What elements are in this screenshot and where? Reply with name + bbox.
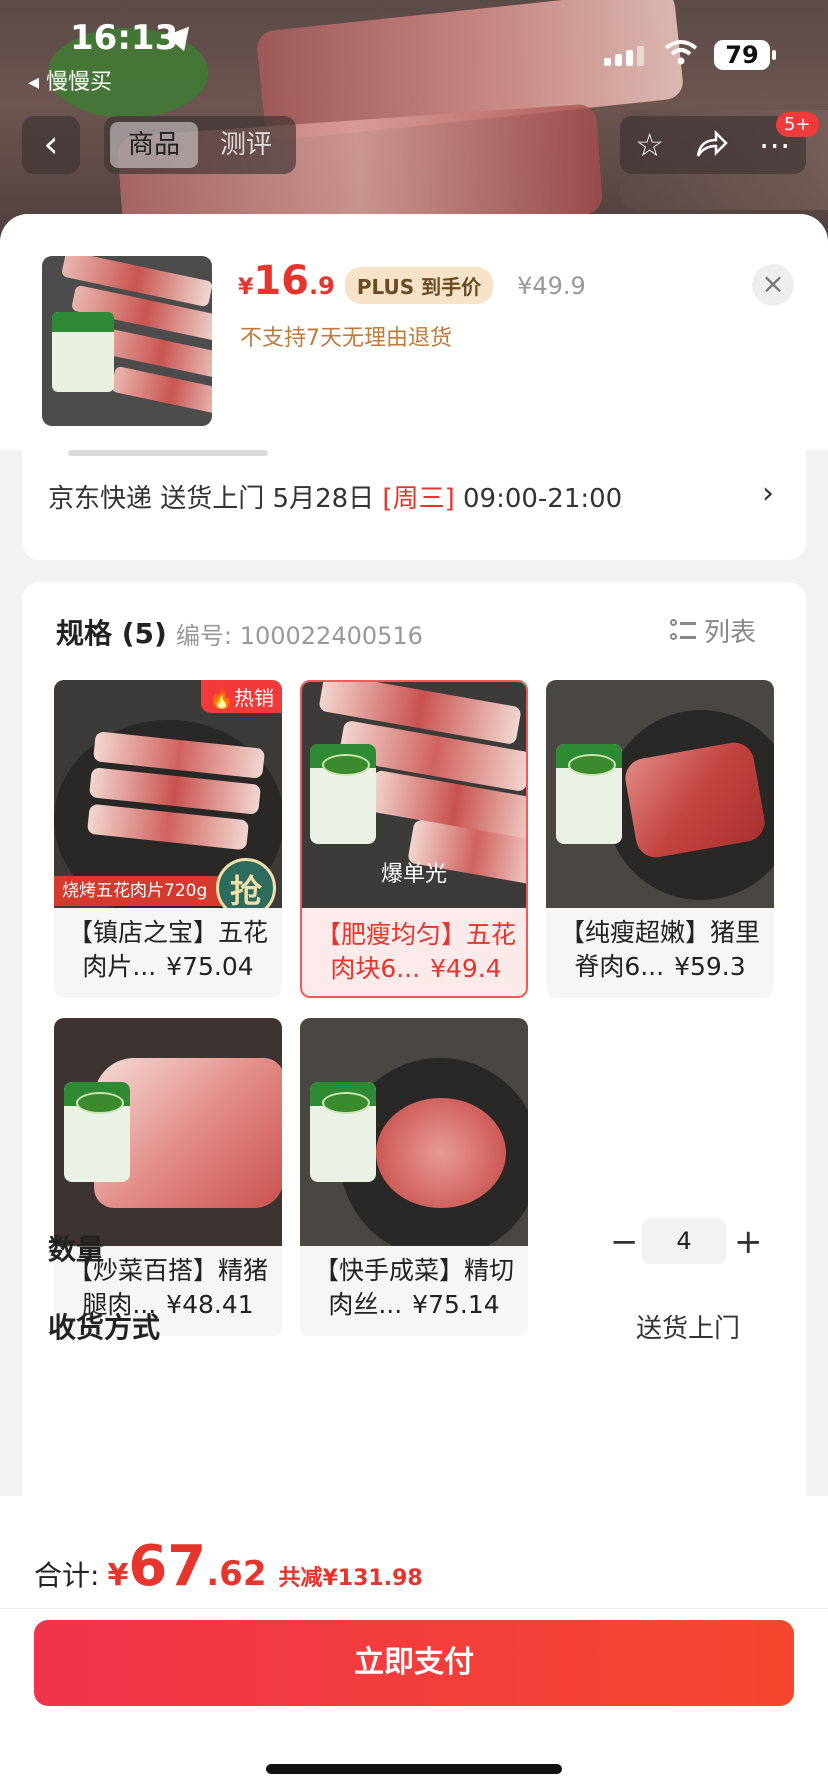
list-icon — [670, 618, 696, 643]
product-thumbnail — [42, 256, 212, 426]
spec-card: 规格 (5) 编号: 100022400516 列表 烧烤五花肉片720g 抢 … — [22, 582, 806, 1622]
status-time: 16:13 — [70, 18, 179, 58]
saving-amount: 共减¥131.98 — [278, 1566, 423, 1591]
status-bar: 16:13 79 — [0, 0, 828, 70]
message-badge: 5+ — [776, 112, 819, 137]
total-price: ¥67.62 — [107, 1534, 267, 1599]
spec-option-selected[interactable]: 爆单光 【肥瘦均匀】五花肉块6... ¥49.4 — [300, 680, 528, 998]
spec-option-price: ¥75.04 — [166, 952, 254, 981]
checkout-bar: 合计: ¥67.62 共减¥131.98 立即支付 — [0, 1496, 828, 1792]
delivery-weekday: [周三] — [382, 484, 455, 514]
wifi-icon — [664, 40, 698, 65]
close-icon: × — [761, 267, 785, 300]
quantity-input[interactable]: 4 — [642, 1218, 726, 1264]
fire-icon: 🔥 — [209, 686, 234, 710]
spec-option-image: 烧烤五花肉片720g 抢 — [54, 680, 282, 908]
quantity-minus-button[interactable]: − — [610, 1222, 639, 1262]
promo-strip: 烧烤五花肉片720g — [54, 876, 224, 906]
delivery-info: 京东快递 送货上门 5月28日 [周三] 09:00-21:00 — [48, 484, 623, 514]
nav-tabs: 商品 测评 — [104, 116, 296, 174]
plus-price-tag: PLUS 到手价 — [344, 267, 494, 304]
spec-option[interactable]: 【炒菜百搭】精猪腿肉... ¥48.41 — [54, 1018, 282, 1336]
star-icon[interactable]: ☆ — [635, 126, 664, 164]
current-price: ¥16.9 — [238, 258, 335, 304]
price-row: ¥16.9 PLUS 到手价 ¥49.9 — [238, 258, 586, 304]
list-view-label: 列表 — [704, 618, 757, 648]
spec-option[interactable]: 【快手成菜】精切肉丝... ¥75.14 — [300, 1018, 528, 1336]
spec-title: 规格 (5) — [56, 617, 167, 650]
chevron-right-icon: › — [762, 476, 774, 511]
spec-option-price: ¥59.3 — [674, 952, 746, 981]
back-app-label: 慢慢买 — [46, 70, 113, 95]
receive-method-value: 送货上门 — [636, 1314, 741, 1344]
spec-option-image: 爆单光 — [302, 682, 526, 908]
battery-indicator: 79 — [714, 40, 776, 70]
share-icon[interactable] — [694, 130, 729, 160]
receive-method-row[interactable]: 收货方式 送货上门 — [24, 1298, 784, 1358]
back-to-app-link[interactable]: ◂ 慢慢买 — [28, 64, 112, 96]
list-view-toggle[interactable]: 列表 — [670, 612, 756, 649]
pay-now-button[interactable]: 立即支付 — [34, 1620, 794, 1706]
sheet-header: ¥16.9 PLUS 到手价 ¥49.9 不支持7天无理由退货 × — [0, 214, 828, 450]
original-price: ¥49.9 — [517, 272, 586, 300]
back-button[interactable]: ‹ — [22, 116, 80, 174]
total-row: 合计: ¥67.62 共减¥131.98 — [34, 1534, 423, 1599]
sold-out-overlay: 爆单光 — [380, 862, 447, 887]
home-indicator — [266, 1764, 562, 1774]
spec-option-image — [546, 680, 774, 908]
spec-option[interactable]: 烧烤五花肉片720g 抢 🔥热销 【镇店之宝】五花肉片... ¥75.04 — [54, 680, 282, 998]
spec-option-image — [300, 1018, 528, 1246]
delivery-card[interactable]: 京东快递 送货上门 5月28日 [周三] 09:00-21:00 › — [22, 450, 806, 560]
product-code: 编号: 100022400516 — [176, 622, 423, 650]
top-nav: ‹ 商品 测评 ☆ ⋯ — [0, 116, 828, 176]
spec-option-price: ¥49.4 — [430, 954, 502, 983]
tab-review[interactable]: 测评 — [202, 122, 290, 168]
receive-method-label: 收货方式 — [48, 1311, 161, 1344]
tab-product[interactable]: 商品 — [110, 122, 198, 168]
quantity-plus-button[interactable]: + — [734, 1222, 763, 1262]
return-policy-note: 不支持7天无理由退货 — [240, 326, 452, 351]
quantity-row: 数量 − 4 + — [24, 1218, 784, 1278]
spec-option-image — [54, 1018, 282, 1246]
back-icon: ‹ — [43, 122, 59, 166]
quantity-label: 数量 — [48, 1233, 105, 1266]
total-label: 合计: — [34, 1559, 100, 1592]
hot-sale-badge: 🔥热销 — [201, 680, 282, 713]
signal-icon — [604, 46, 644, 66]
close-button[interactable]: × — [752, 264, 794, 306]
spec-option[interactable]: 【纯瘦超嫩】猪里脊肉6... ¥59.3 — [546, 680, 774, 998]
